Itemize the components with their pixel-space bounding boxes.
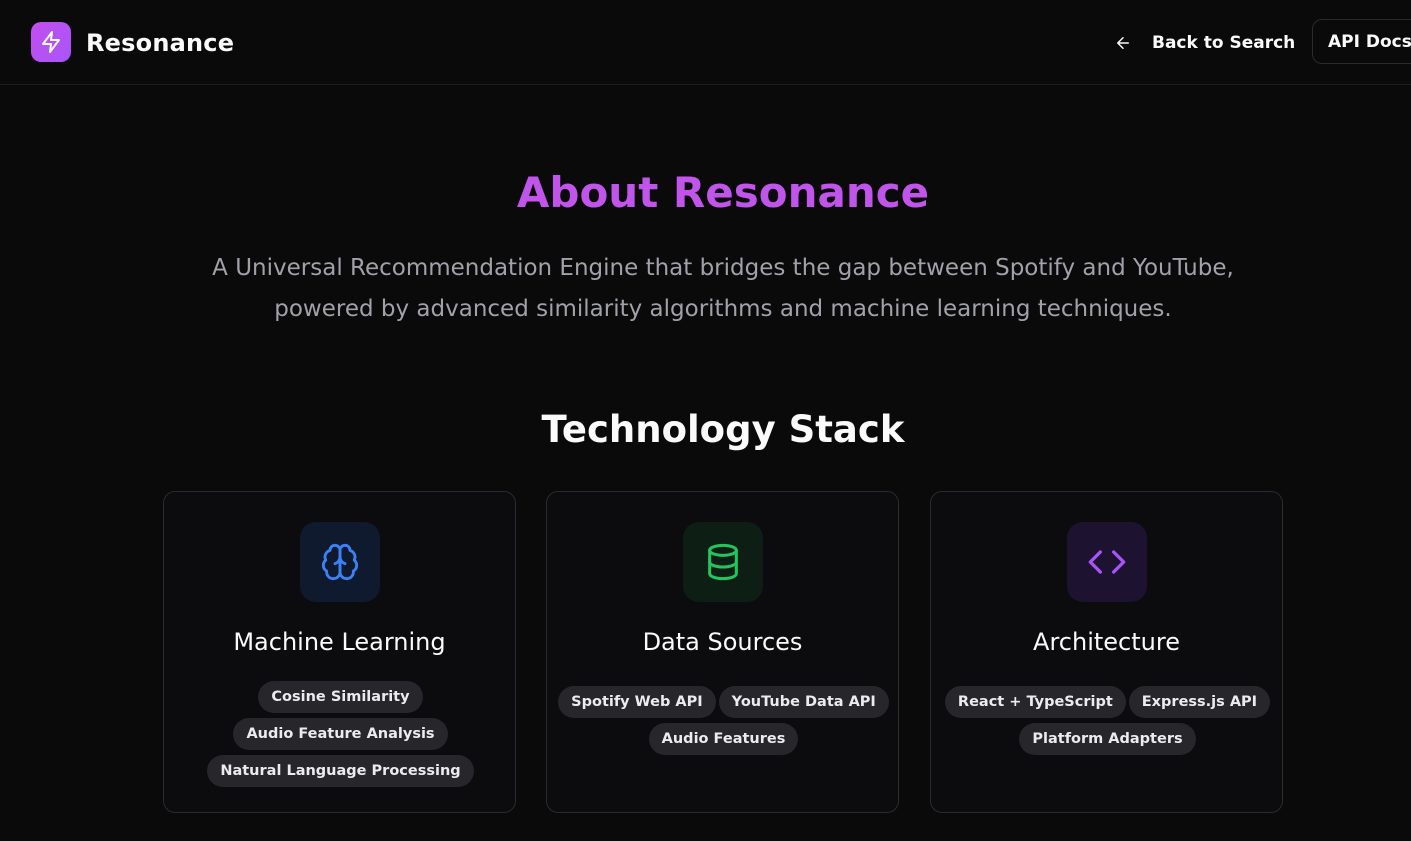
card-architecture: Architecture React + TypeScript Express.… (930, 491, 1283, 813)
tag: Audio Features (648, 723, 799, 755)
card-title: Architecture (1033, 628, 1180, 656)
tag: React + TypeScript (944, 686, 1126, 718)
code-icon (1088, 550, 1126, 574)
app-logo[interactable] (31, 22, 71, 62)
brand-name[interactable]: Resonance (86, 28, 234, 58)
tag: Platform Adapters (1019, 723, 1196, 755)
page-description: A Universal Recommendation Engine that b… (212, 255, 1234, 322)
tag: Spotify Web API (558, 686, 716, 718)
tag-list: Cosine Similarity Audio Feature Analysis… (174, 681, 507, 787)
tag: Express.js API (1128, 686, 1271, 718)
card-title: Machine Learning (233, 628, 446, 656)
lightning-bolt-icon (42, 31, 60, 53)
arrow-left-icon (1117, 37, 1129, 49)
tag: Audio Feature Analysis (233, 718, 448, 750)
api-docs-label: API Docs (1328, 31, 1411, 52)
database-icon (708, 543, 738, 581)
back-to-search-button[interactable]: Back to Search (1102, 22, 1307, 64)
tag-list: React + TypeScript Express.js API Platfo… (941, 686, 1274, 755)
brain-icon (321, 543, 359, 581)
api-docs-button[interactable]: API Docs (1312, 19, 1411, 64)
card-icon-box (300, 522, 380, 602)
tag-list: Spotify Web API YouTube Data API Audio F… (557, 686, 890, 755)
top-header: Resonance Back to Search API Docs (0, 0, 1411, 85)
card-title: Data Sources (642, 628, 803, 656)
card-icon-box (1067, 522, 1147, 602)
section-title-technology-stack: Technology Stack (541, 408, 905, 451)
card-icon-box (683, 522, 763, 602)
card-machine-learning: Machine Learning Cosine Similarity Audio… (163, 491, 516, 813)
tag: YouTube Data API (718, 686, 889, 718)
tag: Natural Language Processing (207, 755, 474, 787)
page-title: About Resonance (516, 168, 930, 217)
card-data-sources: Data Sources Spotify Web API YouTube Dat… (546, 491, 899, 813)
back-to-search-label: Back to Search (1152, 33, 1296, 53)
tag: Cosine Similarity (258, 681, 423, 713)
